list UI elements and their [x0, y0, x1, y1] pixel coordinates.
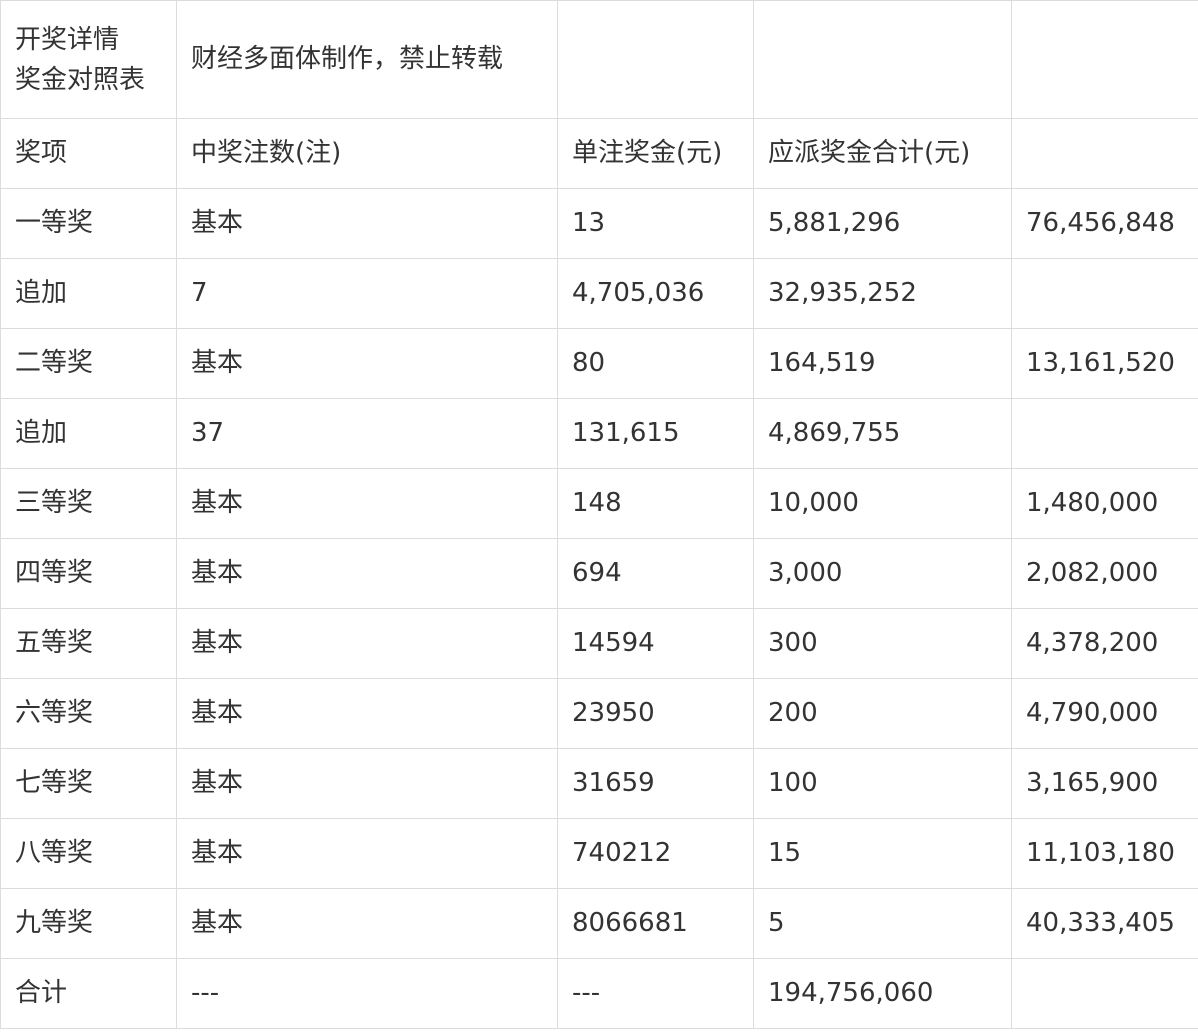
cell-count: 基本 — [176, 748, 558, 819]
cell-unit-prize: 131,615 — [557, 398, 754, 469]
title-row: 开奖详情 奖金对照表 财经多面体制作，禁止转载 — [0, 0, 1198, 119]
header-cell-unit-prize: 单注奖金(元) — [557, 118, 754, 189]
cell-count: 基本 — [176, 468, 558, 539]
cell-total: 164,519 — [753, 328, 1012, 399]
cell-count: 基本 — [176, 608, 558, 679]
table-row: 三等奖 基本 148 10,000 1,480,000 — [0, 468, 1198, 539]
cell-extra: 11,103,180 — [1011, 818, 1198, 889]
table-row: 八等奖 基本 740212 15 11,103,180 — [0, 818, 1198, 889]
cell-count: 基本 — [176, 678, 558, 749]
cell-total: 200 — [753, 678, 1012, 749]
table-row: 二等奖 基本 80 164,519 13,161,520 — [0, 328, 1198, 399]
table-row: 追加 7 4,705,036 32,935,252 — [0, 258, 1198, 329]
cell-unit-prize: 14594 — [557, 608, 754, 679]
cell-total: 5,881,296 — [753, 188, 1012, 259]
cell-count: 基本 — [176, 328, 558, 399]
cell-total: 4,869,755 — [753, 398, 1012, 469]
table-row: 七等奖 基本 31659 100 3,165,900 — [0, 748, 1198, 819]
cell-prize: 三等奖 — [0, 468, 177, 539]
title-stack: 开奖详情 奖金对照表 — [15, 20, 176, 100]
cell-unit-prize: 740212 — [557, 818, 754, 889]
cell-extra: 4,790,000 — [1011, 678, 1198, 749]
cell-total: 5 — [753, 888, 1012, 959]
header-cell-empty — [1011, 118, 1198, 189]
cell-extra: 4,378,200 — [1011, 608, 1198, 679]
cell-count: 7 — [176, 258, 558, 329]
table-row: 一等奖 基本 13 5,881,296 76,456,848 — [0, 188, 1198, 259]
cell-total: 15 — [753, 818, 1012, 889]
table-body: 开奖详情 奖金对照表 财经多面体制作，禁止转载 奖项 中奖注数(注) 单注奖金(… — [0, 0, 1198, 1029]
empty-cell — [557, 0, 754, 119]
cell-total: 100 — [753, 748, 1012, 819]
cell-prize: 追加 — [0, 258, 177, 329]
cell-extra — [1011, 258, 1198, 329]
table-row: 五等奖 基本 14594 300 4,378,200 — [0, 608, 1198, 679]
empty-cell — [1011, 0, 1198, 119]
cell-prize: 四等奖 — [0, 538, 177, 609]
cell-extra — [1011, 398, 1198, 469]
title-line-1: 开奖详情 — [15, 24, 120, 55]
cell-count: 基本 — [176, 188, 558, 259]
cell-count: 37 — [176, 398, 558, 469]
header-cell-prize: 奖项 — [0, 118, 177, 189]
header-cell-total: 应派奖金合计(元) — [753, 118, 1012, 189]
empty-cell — [753, 0, 1012, 119]
cell-prize: 五等奖 — [0, 608, 177, 679]
cell-prize: 七等奖 — [0, 748, 177, 819]
cell-extra: 2,082,000 — [1011, 538, 1198, 609]
cell-unit-prize: --- — [557, 958, 754, 1029]
cell-total: 10,000 — [753, 468, 1012, 539]
cell-extra: 3,165,900 — [1011, 748, 1198, 819]
cell-extra: 76,456,848 — [1011, 188, 1198, 259]
cell-extra: 40,333,405 — [1011, 888, 1198, 959]
source-note: 财经多面体制作，禁止转载 — [176, 0, 558, 119]
cell-unit-prize: 8066681 — [557, 888, 754, 959]
table-row: 六等奖 基本 23950 200 4,790,000 — [0, 678, 1198, 749]
header-cell-count: 中奖注数(注) — [176, 118, 558, 189]
cell-total: 32,935,252 — [753, 258, 1012, 329]
table-row: 合计 --- --- 194,756,060 — [0, 958, 1198, 1029]
header-row: 奖项 中奖注数(注) 单注奖金(元) 应派奖金合计(元) — [0, 118, 1198, 189]
table-row: 四等奖 基本 694 3,000 2,082,000 — [0, 538, 1198, 609]
cell-prize: 一等奖 — [0, 188, 177, 259]
cell-unit-prize: 4,705,036 — [557, 258, 754, 329]
cell-unit-prize: 13 — [557, 188, 754, 259]
cell-prize: 六等奖 — [0, 678, 177, 749]
cell-extra: 13,161,520 — [1011, 328, 1198, 399]
cell-prize: 合计 — [0, 958, 177, 1029]
cell-total: 194,756,060 — [753, 958, 1012, 1029]
cell-prize: 二等奖 — [0, 328, 177, 399]
cell-unit-prize: 148 — [557, 468, 754, 539]
cell-prize: 九等奖 — [0, 888, 177, 959]
cell-extra: 1,480,000 — [1011, 468, 1198, 539]
cell-prize: 追加 — [0, 398, 177, 469]
cell-unit-prize: 31659 — [557, 748, 754, 819]
prize-table: 开奖详情 奖金对照表 财经多面体制作，禁止转载 奖项 中奖注数(注) 单注奖金(… — [0, 0, 1198, 1029]
cell-unit-prize: 23950 — [557, 678, 754, 749]
cell-count: --- — [176, 958, 558, 1029]
cell-prize: 八等奖 — [0, 818, 177, 889]
cell-count: 基本 — [176, 818, 558, 889]
cell-unit-prize: 80 — [557, 328, 754, 399]
title-line-2: 奖金对照表 — [15, 64, 146, 95]
cell-unit-prize: 694 — [557, 538, 754, 609]
cell-total: 3,000 — [753, 538, 1012, 609]
cell-total: 300 — [753, 608, 1012, 679]
cell-extra — [1011, 958, 1198, 1029]
cell-count: 基本 — [176, 888, 558, 959]
table-row: 九等奖 基本 8066681 5 40,333,405 — [0, 888, 1198, 959]
cell-count: 基本 — [176, 538, 558, 609]
title-cell: 开奖详情 奖金对照表 — [0, 0, 177, 119]
table-row: 追加 37 131,615 4,869,755 — [0, 398, 1198, 469]
